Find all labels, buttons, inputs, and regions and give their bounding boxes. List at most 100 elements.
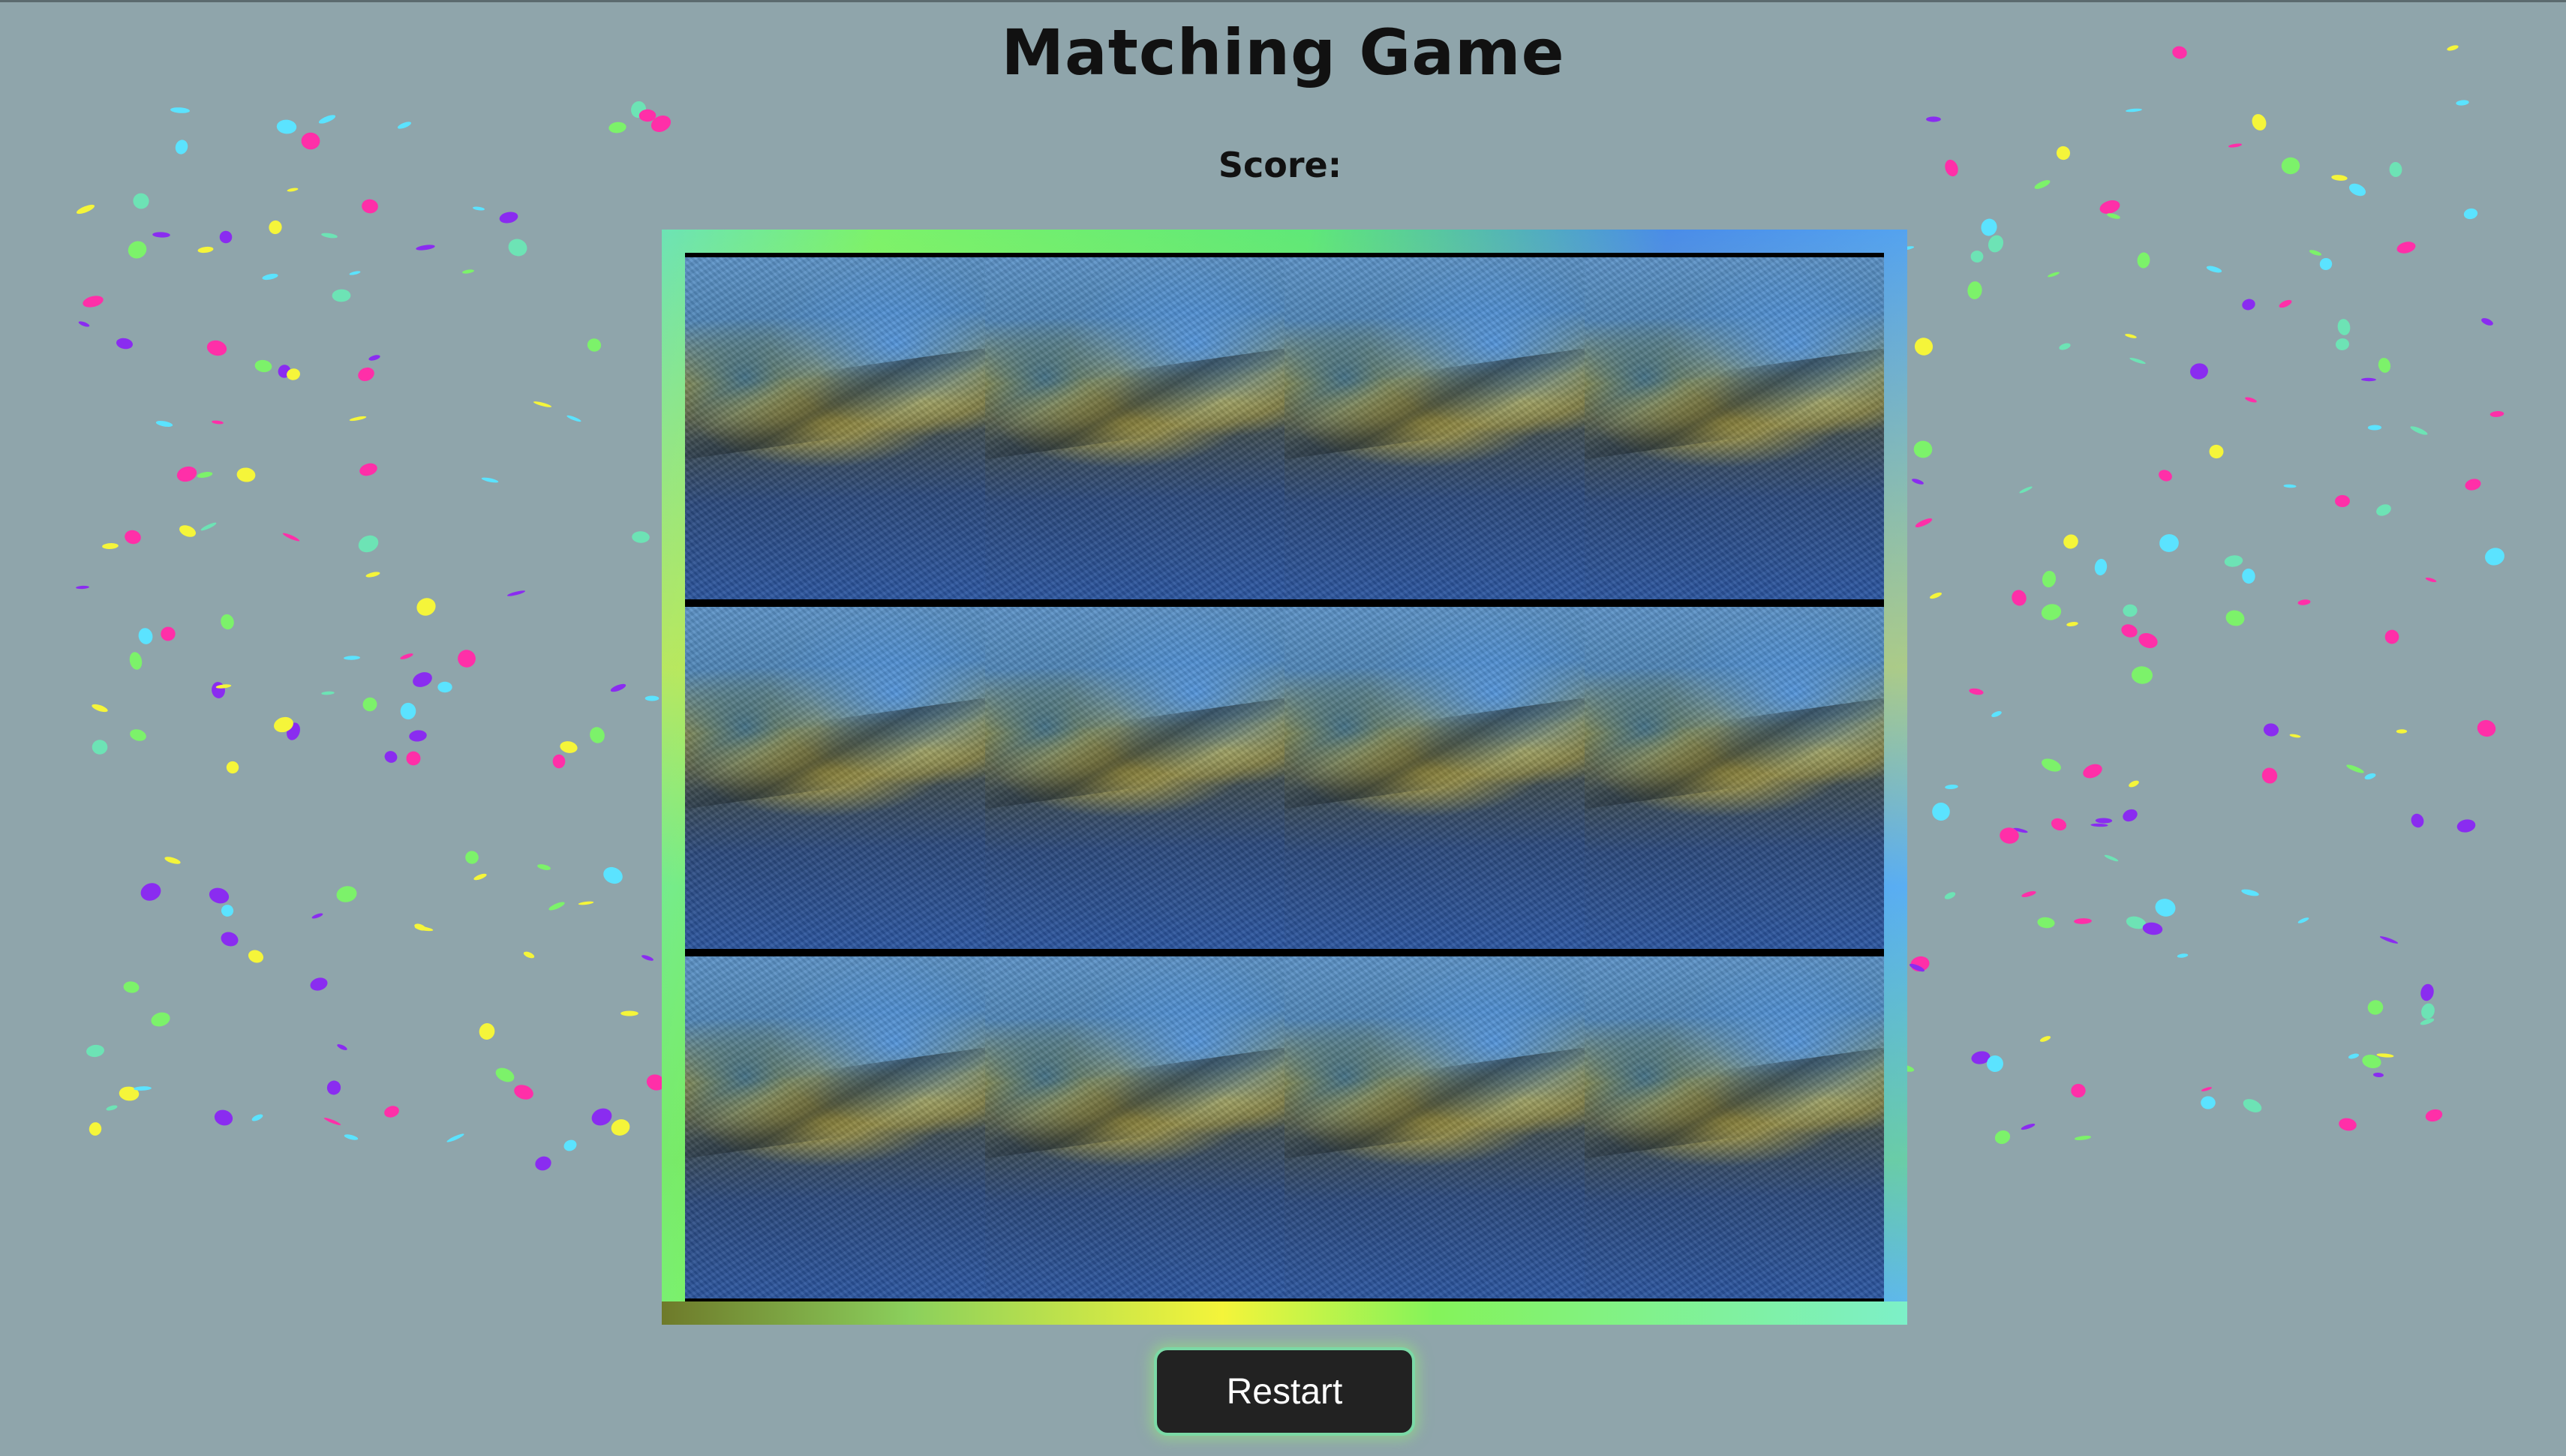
confetti-piece [76,204,95,215]
confetti-piece [2411,813,2424,828]
confetti-piece [221,932,239,947]
confetti-piece [2261,767,2278,784]
confetti-piece [416,598,436,616]
confetti-piece [1991,711,2002,717]
confetti-piece [123,981,140,993]
confetti-piece [406,751,421,766]
score-display: Score: [0,145,2566,185]
card-face-down[interactable] [984,956,1285,1298]
confetti-piece [2123,809,2138,822]
card-face-down[interactable] [685,956,985,1298]
confetti-piece [414,923,426,931]
confetti-piece [2297,599,2311,605]
confetti-piece [254,359,272,373]
confetti-piece [2129,780,2139,788]
confetti-piece [221,905,234,917]
confetti-piece [2012,590,2027,606]
confetti-piece [446,1133,464,1142]
confetti-piece [200,522,217,531]
confetti-piece [2279,299,2292,308]
confetti-piece [236,467,256,482]
confetti-piece [2224,555,2243,567]
confetti-piece [2083,764,2102,779]
confetti-piece [1967,281,1982,299]
confetti-piece [479,1023,495,1040]
confetti-piece [2245,397,2257,403]
card-face-down[interactable] [1584,607,1884,949]
confetti-piece [209,887,230,904]
confetti-piece [89,1122,102,1136]
confetti-piece [219,230,233,244]
confetti-piece [523,951,535,959]
confetti-piece [506,590,526,596]
confetti-piece [368,355,380,361]
confetti-piece [473,873,487,881]
confetti-piece [2126,916,2147,929]
confetti-piece [1929,592,1943,599]
confetti-piece [2019,486,2033,494]
confetti-piece [2039,1036,2051,1042]
confetti-piece [481,477,499,483]
confetti-piece [2099,200,2120,214]
confetti-piece [462,269,474,274]
confetti-piece [2074,918,2092,924]
confetti-piece [2396,242,2416,254]
card-face-down[interactable] [1285,607,1585,949]
confetti-piece [344,656,360,660]
confetti-piece [2051,818,2067,831]
confetti-piece [2071,1083,2086,1098]
confetti-piece [349,416,367,422]
card-face-down[interactable] [984,607,1285,949]
confetti-piece [2252,114,2267,131]
confetti-piece [2335,494,2350,508]
confetti-piece [2095,818,2113,824]
confetti-piece [2000,827,2019,844]
confetti-piece [155,421,173,427]
confetti-piece [2206,266,2222,273]
confetti-piece [321,233,338,239]
confetti-piece [2225,610,2245,626]
confetti-piece [248,950,264,963]
confetti-piece [128,241,147,259]
card-face-down[interactable] [685,257,985,599]
confetti-piece [2074,1135,2092,1141]
confetti-piece [1926,116,1941,122]
confetti-piece [2337,319,2351,335]
confetti-piece [1970,251,1984,263]
card-face-down[interactable] [685,607,985,949]
confetti-piece [552,754,566,769]
confetti-piece [164,857,181,864]
confetti-piece [2396,729,2408,734]
confetti-piece [414,926,434,932]
confetti-piece [1910,956,1930,972]
confetti-piece [179,525,196,537]
confetti-piece [642,955,654,961]
confetti-piece [287,722,300,740]
card-face-down[interactable] [1584,257,1884,599]
confetti-piece [2066,622,2078,626]
confetti-piece [2142,922,2163,935]
confetti-piece [212,682,225,698]
confetti-piece [533,401,552,407]
card-face-down[interactable] [1285,956,1585,1298]
confetti-piece [2137,252,2150,269]
confetti-piece [359,463,377,476]
confetti-piece [537,864,551,870]
confetti-piece [2289,734,2301,738]
confetti-piece [2129,357,2146,365]
confetti-piece [287,188,299,192]
confetti-piece [226,761,239,774]
confetti-piece [535,1156,551,1171]
confetti-piece [1944,892,1956,899]
restart-button[interactable]: Restart [1154,1347,1415,1436]
confetti-piece [2378,358,2391,373]
card-face-down[interactable] [984,257,1285,599]
card-face-down[interactable] [1285,257,1585,599]
confetti-piece [384,751,398,763]
card-face-down[interactable] [1584,956,1884,1298]
confetti-piece [170,107,190,113]
confetti-piece [1912,479,1924,485]
confetti-piece [2041,604,2062,620]
confetti-piece [251,1114,263,1121]
confetti-piece [1909,963,1925,972]
